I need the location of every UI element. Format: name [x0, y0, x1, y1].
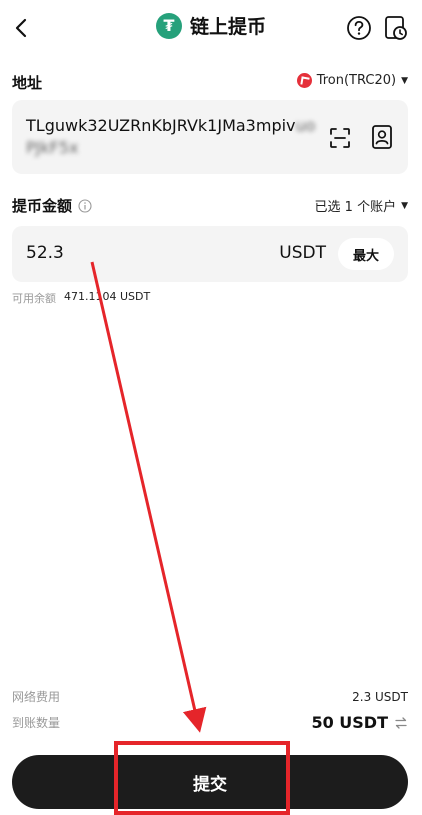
address-book-icon[interactable] [370, 124, 394, 150]
annotation-arrow [90, 261, 207, 733]
history-icon[interactable] [383, 14, 409, 42]
submit-button[interactable]: 提交 [12, 755, 408, 809]
account-selector-label: 已选 1 个账户 [314, 200, 397, 215]
balance-label: 可用余额 [12, 292, 56, 305]
receive-label: 到账数量 [12, 716, 61, 730]
receive-amount-row: 到账数量 50 USDT [12, 713, 408, 732]
page-title: 链上提币 [189, 16, 266, 38]
address-label: 地址 [12, 74, 43, 92]
account-selector[interactable]: 已选 1 个账户 ▼ [315, 196, 408, 215]
network-selector[interactable]: Tron(TRC20) ▼ [296, 73, 408, 88]
amount-input[interactable]: 52.3 USDT 最大 [12, 226, 408, 282]
header: ₮ 链上提币 [0, 0, 422, 58]
caret-down-icon: ▼ [401, 200, 408, 211]
amount-label: 提币金额 [12, 197, 73, 215]
receive-value: 50 USDT [311, 713, 388, 732]
address-visible: TLguwk32UZRnKbJRVk1JMa3mpiv [26, 116, 296, 135]
balance-value: 471.1104 USDT [64, 290, 151, 303]
info-icon[interactable] [78, 198, 92, 213]
fee-value: 2.3 USDT [352, 689, 408, 704]
network-name: Tron(TRC20) [316, 73, 397, 88]
max-button[interactable]: 最大 [338, 238, 394, 270]
available-balance: 可用余额 471.1104 USDT [12, 290, 150, 306]
amount-unit: USDT [279, 243, 326, 263]
tether-icon: ₮ [155, 12, 182, 39]
network-fee-row: 网络费用 2.3 USDT [12, 688, 408, 705]
help-icon[interactable] [346, 15, 372, 41]
amount-value[interactable]: 52.3 [26, 243, 64, 263]
fee-label: 网络费用 [12, 690, 61, 704]
swap-icon[interactable] [394, 716, 408, 730]
amount-label-group: 提币金额 [12, 195, 92, 216]
address-value[interactable]: TLguwk32UZRnKbJRVk1JMa3mpivuoPJkF5x [26, 115, 316, 159]
tron-icon [296, 73, 312, 88]
receive-value-group: 50 USDT [311, 713, 408, 732]
address-input[interactable]: TLguwk32UZRnKbJRVk1JMa3mpivuoPJkF5x [12, 100, 408, 174]
caret-down-icon: ▼ [401, 75, 408, 86]
scan-icon[interactable] [328, 126, 352, 150]
